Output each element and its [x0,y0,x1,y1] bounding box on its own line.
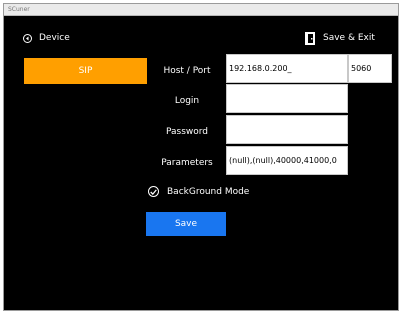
save-button[interactable]: Save [146,212,226,236]
parameters-input[interactable]: (null),(null),40000,41000,0 [226,146,348,175]
title-bar: SCuner [4,4,398,16]
app-window: SCuner Device Save & Exit SIP Host / Por… [3,3,399,311]
window-title: SCuner [8,6,30,13]
device-back-button[interactable]: Device [23,31,70,45]
login-input[interactable] [226,84,348,113]
sip-tab[interactable]: SIP [24,58,147,84]
password-input[interactable] [226,115,348,144]
background-mode-label: BackGround Mode [167,186,250,197]
device-label: Device [39,33,70,43]
password-label: Password [165,127,209,137]
parameters-label: Parameters [161,158,213,168]
save-exit-button[interactable]: Save & Exit [305,30,375,46]
host-port-label: Host / Port [163,66,211,76]
back-arrow-circle-icon [23,33,32,43]
port-input[interactable]: 5060 [348,54,392,83]
background-mode-checkbox[interactable]: BackGround Mode [148,186,249,197]
host-input[interactable]: 192.168.0.200_ [226,54,348,83]
settings-panel: Device Save & Exit SIP Host / Port 192.1… [4,16,398,310]
door-exit-icon [305,31,315,45]
save-exit-label: Save & Exit [323,33,375,43]
login-label: Login [174,96,200,106]
check-circle-icon [148,186,159,197]
